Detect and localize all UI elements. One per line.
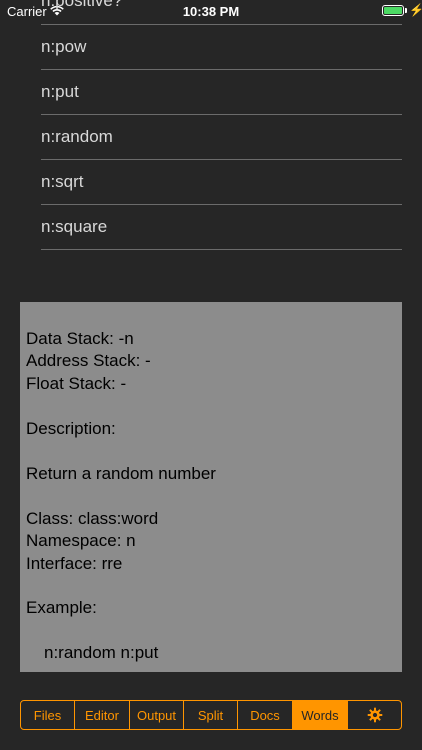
tab-split[interactable]: Split (184, 701, 238, 729)
word-item[interactable]: n:sqrt (41, 160, 402, 205)
tab-words[interactable]: Words (293, 701, 348, 729)
word-item[interactable]: n:random (41, 115, 402, 160)
word-details-panel[interactable]: Data Stack: -n Address Stack: - Float St… (20, 302, 402, 672)
tab-bar: Files Editor Output Split Docs Words (20, 700, 402, 730)
description-heading: Description: (26, 419, 116, 438)
settings-button[interactable] (348, 701, 401, 729)
interface-text: Interface: rre (26, 554, 123, 573)
example-heading: Example: (26, 598, 97, 617)
tab-files[interactable]: Files (21, 701, 75, 729)
charging-icon: ⚡ (409, 3, 422, 17)
word-item[interactable]: n:put (41, 70, 402, 115)
battery-tip (405, 8, 407, 13)
namespace-text: Namespace: n (26, 531, 136, 550)
word-item[interactable]: n:positive? (41, 0, 402, 25)
tab-editor[interactable]: Editor (75, 701, 130, 729)
data-stack-text: Data Stack: -n (26, 329, 134, 348)
example-code: n:random n:put (44, 643, 159, 662)
word-item[interactable]: n:square (41, 205, 402, 250)
word-list[interactable]: n:positive? n:pow n:put n:random n:sqrt … (41, 0, 402, 250)
class-text: Class: class:word (26, 509, 159, 528)
address-stack-text: Address Stack: - (26, 351, 151, 370)
gear-icon (367, 707, 382, 723)
tab-docs[interactable]: Docs (238, 701, 293, 729)
description-text: Return a random number (26, 464, 216, 483)
word-item[interactable]: n:pow (41, 25, 402, 70)
float-stack-text: Float Stack: - (26, 374, 127, 393)
tab-output[interactable]: Output (130, 701, 184, 729)
